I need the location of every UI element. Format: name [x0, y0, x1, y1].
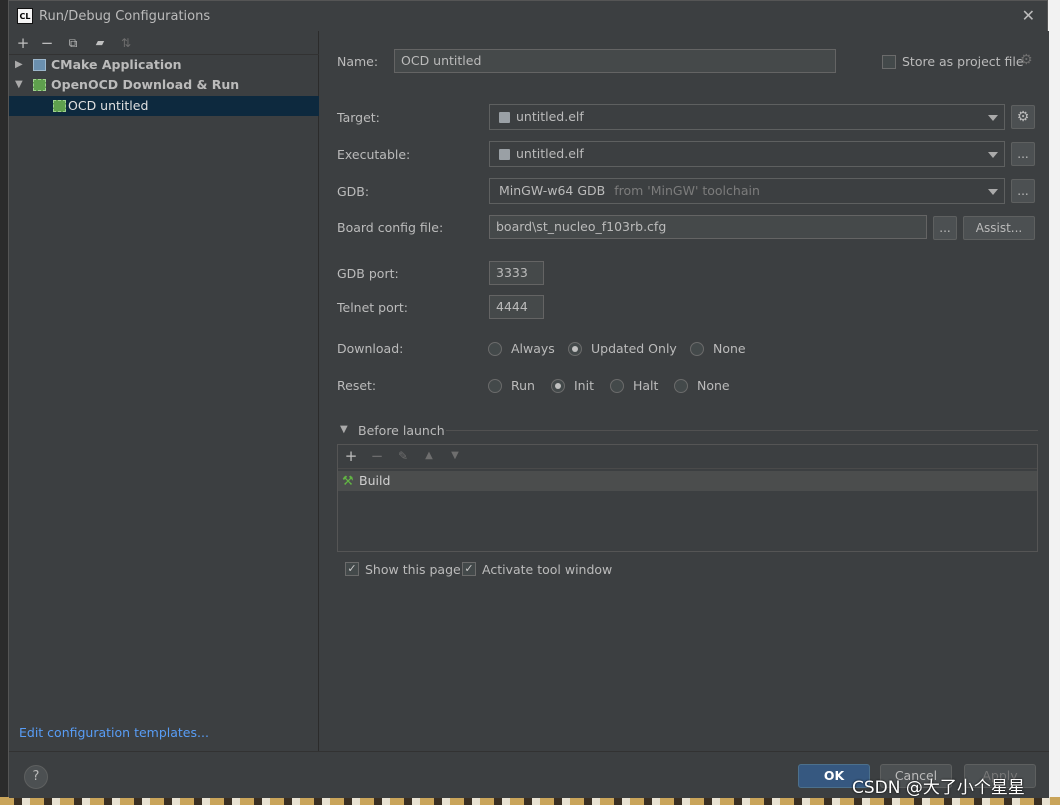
executable-file-icon [499, 149, 510, 160]
gdb-browse-button[interactable]: ... [1011, 179, 1035, 203]
dropdown-arrow-icon [988, 152, 998, 158]
reset-halt-label: Halt [633, 378, 659, 393]
sort-icon[interactable]: ⇅ [117, 34, 135, 52]
move-down-icon[interactable]: ▼ [446, 447, 464, 465]
executable-value: untitled.elf [516, 146, 584, 161]
assist-button[interactable]: Assist... [963, 216, 1035, 240]
gdb-hint: from 'MinGW' toolchain [614, 183, 760, 198]
executable-select[interactable]: untitled.elf [489, 141, 1005, 167]
add-icon[interactable]: + [14, 34, 32, 52]
tree-label: CMake Application [51, 57, 182, 72]
tree-label: OCD untitled [68, 98, 149, 113]
download-none-label: None [713, 341, 746, 356]
executable-file-icon [499, 112, 510, 123]
telnet-port-label: Telnet port: [337, 300, 408, 315]
remove-icon[interactable]: − [38, 34, 56, 52]
tree-item-openocd[interactable]: ▼ OpenOCD Download & Run [9, 75, 319, 95]
activate-tool-window-checkbox[interactable]: ✓ [462, 562, 476, 576]
csdn-watermark: CSDN @大了小个星星 [852, 778, 1025, 798]
reset-none-radio[interactable] [674, 379, 688, 393]
target-settings-gear-icon[interactable]: ⚙ [1011, 105, 1035, 129]
store-as-project-label: Store as project file [902, 54, 1024, 69]
reset-run-radio[interactable] [488, 379, 502, 393]
reset-none-label: None [697, 378, 730, 393]
copy-icon[interactable]: ⧉ [64, 34, 82, 52]
before-launch-toolbar: + − ✎ ▲ ▼ [338, 445, 1037, 469]
clion-app-icon: CL [17, 8, 33, 24]
config-tree-panel: + − ⧉ ▰ ⇅ ▶ CMake Application ▼ OpenOCD … [9, 31, 319, 751]
telnet-port-input[interactable]: 4444 [489, 295, 544, 319]
title-bar: CL Run/Debug Configurations ✕ [9, 1, 1047, 31]
gdb-port-label: GDB port: [337, 266, 399, 281]
hammer-icon: ⚒ [342, 474, 354, 489]
download-label: Download: [337, 341, 404, 356]
collapse-chevron-icon[interactable]: ▼ [340, 424, 348, 435]
section-divider [446, 430, 1038, 431]
executable-label: Executable: [337, 147, 411, 162]
remove-task-icon[interactable]: − [368, 447, 386, 465]
board-config-label: Board config file: [337, 220, 444, 235]
tree-toolbar: + − ⧉ ▰ ⇅ [9, 31, 319, 55]
edit-templates-link[interactable]: Edit configuration templates... [19, 725, 209, 740]
download-always-label: Always [511, 341, 555, 356]
board-config-input[interactable]: board\st_nucleo_f103rb.cfg [489, 215, 927, 239]
background-desktop-strip [0, 797, 1060, 805]
chip-icon [33, 79, 46, 91]
gdb-select[interactable]: MinGW-w64 GDB from 'MinGW' toolchain [489, 178, 1005, 204]
background-right-strip [1048, 0, 1060, 805]
reset-label: Reset: [337, 378, 377, 393]
reset-init-label: Init [574, 378, 594, 393]
show-this-page-label: Show this page [365, 562, 461, 577]
folder-icon[interactable]: ▰ [91, 34, 109, 52]
download-updated-only-radio[interactable] [568, 342, 582, 356]
dropdown-arrow-icon [988, 189, 998, 195]
add-task-icon[interactable]: + [342, 447, 360, 465]
run-debug-dialog: CL Run/Debug Configurations ✕ + − ⧉ ▰ ⇅ … [8, 0, 1049, 798]
target-label: Target: [337, 110, 380, 125]
background-ide-strip [0, 0, 8, 805]
download-updated-only-label: Updated Only [591, 341, 677, 356]
dropdown-arrow-icon [988, 115, 998, 121]
gdb-value: MinGW-w64 GDB [499, 183, 606, 198]
reset-run-label: Run [511, 378, 535, 393]
name-input[interactable]: OCD untitled [394, 49, 836, 73]
download-always-radio[interactable] [488, 342, 502, 356]
tree-item-cmake-application[interactable]: ▶ CMake Application [9, 55, 319, 75]
task-label: Build [359, 473, 391, 488]
gdb-label: GDB: [337, 184, 370, 199]
before-launch-list: + − ✎ ▲ ▼ ⚒ Build [337, 444, 1038, 552]
show-this-page-checkbox[interactable]: ✓ [345, 562, 359, 576]
target-value: untitled.elf [516, 109, 584, 124]
window-title: Run/Debug Configurations [39, 9, 211, 24]
reset-init-radio[interactable] [551, 379, 565, 393]
gdb-port-input[interactable]: 3333 [489, 261, 544, 285]
close-icon[interactable]: ✕ [1022, 6, 1035, 25]
board-config-browse-button[interactable]: ... [933, 216, 957, 240]
chevron-right-icon[interactable]: ▶ [15, 55, 23, 75]
move-up-icon[interactable]: ▲ [420, 447, 438, 465]
config-form-panel: Name: OCD untitled Store as project file… [320, 31, 1049, 751]
cmake-app-icon [33, 59, 46, 71]
chip-icon [53, 100, 66, 112]
tree-item-ocd-untitled[interactable]: OCD untitled [9, 96, 319, 116]
store-as-project-checkbox[interactable] [882, 55, 896, 69]
before-launch-title: Before launch [358, 423, 445, 438]
edit-task-icon[interactable]: ✎ [394, 447, 412, 465]
executable-browse-button[interactable]: ... [1011, 142, 1035, 166]
activate-tool-window-label: Activate tool window [482, 562, 613, 577]
before-launch-task-build[interactable]: ⚒ Build [338, 471, 1037, 491]
target-select[interactable]: untitled.elf [489, 104, 1005, 130]
tree-label: OpenOCD Download & Run [51, 77, 240, 92]
name-label: Name: [337, 54, 379, 69]
reset-halt-radio[interactable] [610, 379, 624, 393]
gear-icon[interactable]: ⚙ [1020, 52, 1033, 68]
download-none-radio[interactable] [690, 342, 704, 356]
help-button[interactable]: ? [24, 765, 48, 789]
chevron-down-icon[interactable]: ▼ [15, 75, 23, 95]
